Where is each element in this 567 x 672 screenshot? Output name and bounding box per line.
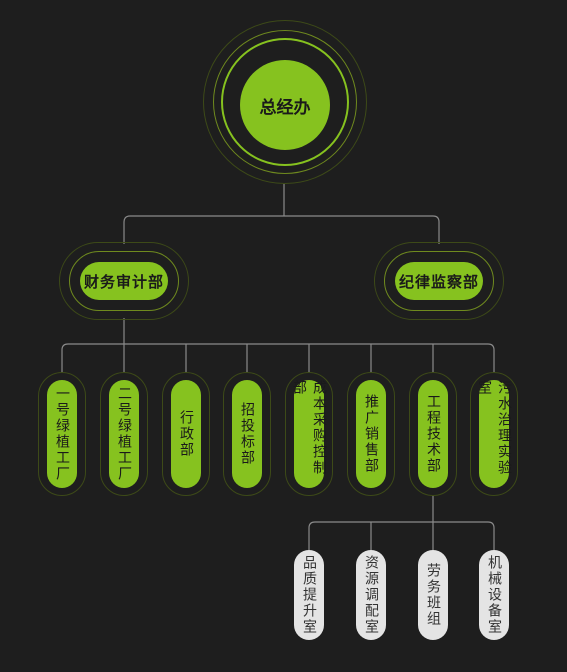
dept-bidding[interactable]: 招投标部 <box>232 380 262 488</box>
unit-machinery-equipment[interactable]: 机械设备室 <box>479 550 509 640</box>
dept-cost-procurement[interactable]: 成本采购控制部 <box>291 380 327 488</box>
unit-quality-improvement[interactable]: 品质提升室 <box>294 550 324 640</box>
discipline-supervision-dept[interactable]: 纪律监察部 <box>395 262 483 300</box>
org-chart: 总经办 财务审计部 纪律监察部 一号绿植工厂 二号绿植工厂 行政部 招投标部 成… <box>0 0 567 672</box>
unit-labor-team[interactable]: 劳务班组 <box>418 550 448 640</box>
unit-resource-allocation[interactable]: 资源调配室 <box>356 550 386 640</box>
root-node[interactable]: 总经办 <box>240 60 330 150</box>
dept-wastewater-lab[interactable]: 污水治理实验室 <box>476 380 512 488</box>
dept-marketing-sales[interactable]: 推广销售部 <box>356 380 386 488</box>
dept-admin[interactable]: 行政部 <box>171 380 201 488</box>
dept-greenhouse-2[interactable]: 二号绿植工厂 <box>109 380 139 488</box>
dept-engineering[interactable]: 工程技术部 <box>418 380 448 488</box>
finance-audit-dept[interactable]: 财务审计部 <box>80 262 168 300</box>
dept-greenhouse-1[interactable]: 一号绿植工厂 <box>47 380 77 488</box>
